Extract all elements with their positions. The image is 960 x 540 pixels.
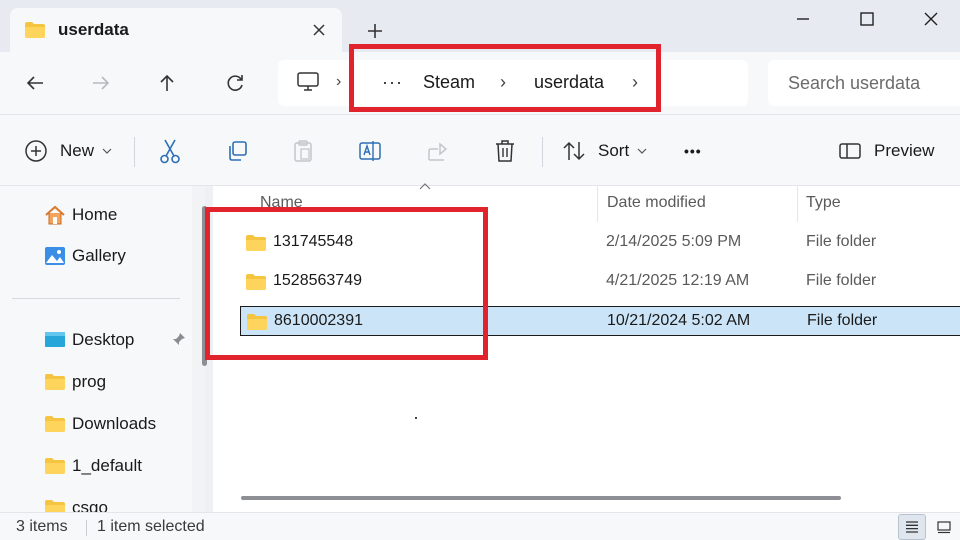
sidebar-item-1-default[interactable]: 1_default [44, 453, 142, 479]
folder-icon [44, 373, 66, 391]
rename-icon [359, 141, 381, 161]
file-type: File folder [806, 233, 877, 250]
folder-icon [44, 457, 66, 475]
tab-title: userdata [58, 20, 129, 39]
new-button[interactable]: New [24, 137, 112, 165]
folder-icon [44, 415, 66, 433]
copy-icon [229, 141, 247, 161]
file-name: 1528563749 [273, 272, 362, 289]
gallery-icon [44, 245, 66, 267]
navigation-bar: › ··· Steam › userdata › Search userdata [0, 52, 960, 114]
title-bar: userdata [0, 0, 960, 52]
column-header-name[interactable]: Name [260, 194, 303, 212]
toolbar-divider [134, 137, 135, 167]
scissors-icon [160, 139, 180, 164]
refresh-icon[interactable] [220, 68, 250, 98]
forward-icon[interactable] [86, 68, 116, 98]
rename-button[interactable] [358, 137, 382, 165]
close-tab-icon[interactable] [310, 21, 328, 39]
table-row-selected[interactable]: 8610002391 10/21/2024 5:02 AM File folde… [240, 306, 960, 336]
folder-icon [44, 499, 66, 512]
up-icon[interactable] [152, 68, 182, 98]
sort-icon [562, 140, 586, 162]
breadcrumb-userdata[interactable]: userdata [534, 72, 604, 93]
horizontal-scrollbar-thumb[interactable] [241, 496, 841, 500]
this-pc-icon[interactable] [296, 71, 320, 93]
minimize-icon[interactable] [788, 6, 818, 32]
status-divider [86, 520, 87, 536]
tiles-view-icon[interactable] [930, 514, 958, 540]
file-name: 8610002391 [274, 312, 363, 329]
sidebar-item-csgo[interactable]: csgo [44, 495, 108, 512]
sidebar-item-home[interactable]: Home [44, 202, 117, 228]
file-list: Name Date modified Type 131745548 2/14/2… [213, 183, 960, 512]
sidebar-item-downloads[interactable]: Downloads [44, 411, 156, 437]
command-bar: New Sort ••• Preview [0, 114, 960, 186]
chevron-down-icon [102, 147, 112, 155]
sidebar-item-prog[interactable]: prog [44, 369, 106, 395]
folder-icon [245, 234, 267, 252]
breadcrumb-more[interactable]: ··· [382, 72, 403, 93]
folder-icon [24, 21, 46, 39]
file-name: 131745548 [273, 233, 354, 250]
column-header-date-modified[interactable]: Date modified [607, 194, 706, 212]
column-divider[interactable] [797, 186, 798, 222]
sidebar-scrollbar-thumb[interactable] [202, 206, 207, 366]
details-view-icon[interactable] [898, 514, 926, 540]
preview-button[interactable]: Preview [838, 137, 934, 165]
home-icon [44, 204, 66, 226]
file-type: File folder [806, 272, 877, 289]
sidebar-divider [12, 298, 180, 299]
preview-pane-icon [838, 141, 862, 161]
back-icon[interactable] [20, 68, 50, 98]
column-header-type[interactable]: Type [806, 194, 841, 212]
more-options-button[interactable]: ••• [684, 137, 702, 165]
address-bar[interactable]: › ··· Steam › userdata › [278, 60, 748, 106]
chevron-right-icon[interactable]: › [632, 72, 638, 93]
column-divider[interactable] [597, 186, 598, 222]
toolbar-divider [542, 137, 543, 167]
table-row[interactable]: 1528563749 4/21/2025 12:19 AM File folde… [240, 267, 960, 297]
close-window-icon[interactable] [916, 6, 946, 32]
new-tab-icon[interactable] [362, 18, 388, 44]
tab-userdata[interactable]: userdata [10, 8, 342, 52]
desktop-icon [44, 330, 66, 350]
search-placeholder: Search userdata [788, 73, 921, 93]
status-selection: 1 item selected [97, 518, 205, 535]
paste-button[interactable] [292, 137, 314, 165]
trash-icon [496, 140, 514, 162]
file-type: File folder [807, 312, 878, 329]
copy-button[interactable] [226, 137, 248, 165]
status-bar: 3 items 1 item selected [0, 512, 960, 540]
folder-icon [245, 273, 267, 291]
sidebar-item-desktop[interactable]: Desktop [44, 327, 134, 353]
sort-ascending-icon [419, 182, 431, 190]
plus-circle-icon [24, 139, 48, 163]
chevron-right-icon: › [500, 72, 506, 92]
navigation-pane: Home Gallery Desktop prog Downloads 1_de… [0, 186, 205, 512]
pin-icon[interactable] [172, 332, 186, 346]
maximize-icon[interactable] [852, 6, 882, 32]
clipboard-icon [294, 140, 312, 162]
status-item-count: 3 items [16, 518, 68, 535]
share-icon [428, 142, 448, 161]
table-row[interactable]: 131745548 2/14/2025 5:09 PM File folder [240, 228, 960, 258]
stray-dot [415, 417, 417, 419]
sidebar-item-gallery[interactable]: Gallery [44, 243, 126, 269]
cut-button[interactable] [158, 137, 182, 165]
chevron-right-icon: › [336, 73, 342, 90]
share-button[interactable] [426, 137, 450, 165]
delete-button[interactable] [494, 137, 516, 165]
file-date-modified: 10/21/2024 5:02 AM [607, 312, 751, 329]
search-box[interactable]: Search userdata [768, 60, 960, 106]
file-date-modified: 4/21/2025 12:19 AM [606, 272, 750, 289]
sort-button[interactable]: Sort [562, 137, 647, 165]
file-date-modified: 2/14/2025 5:09 PM [606, 233, 742, 250]
folder-icon [246, 313, 268, 331]
chevron-down-icon [637, 147, 647, 155]
breadcrumb-steam[interactable]: Steam [423, 72, 475, 93]
